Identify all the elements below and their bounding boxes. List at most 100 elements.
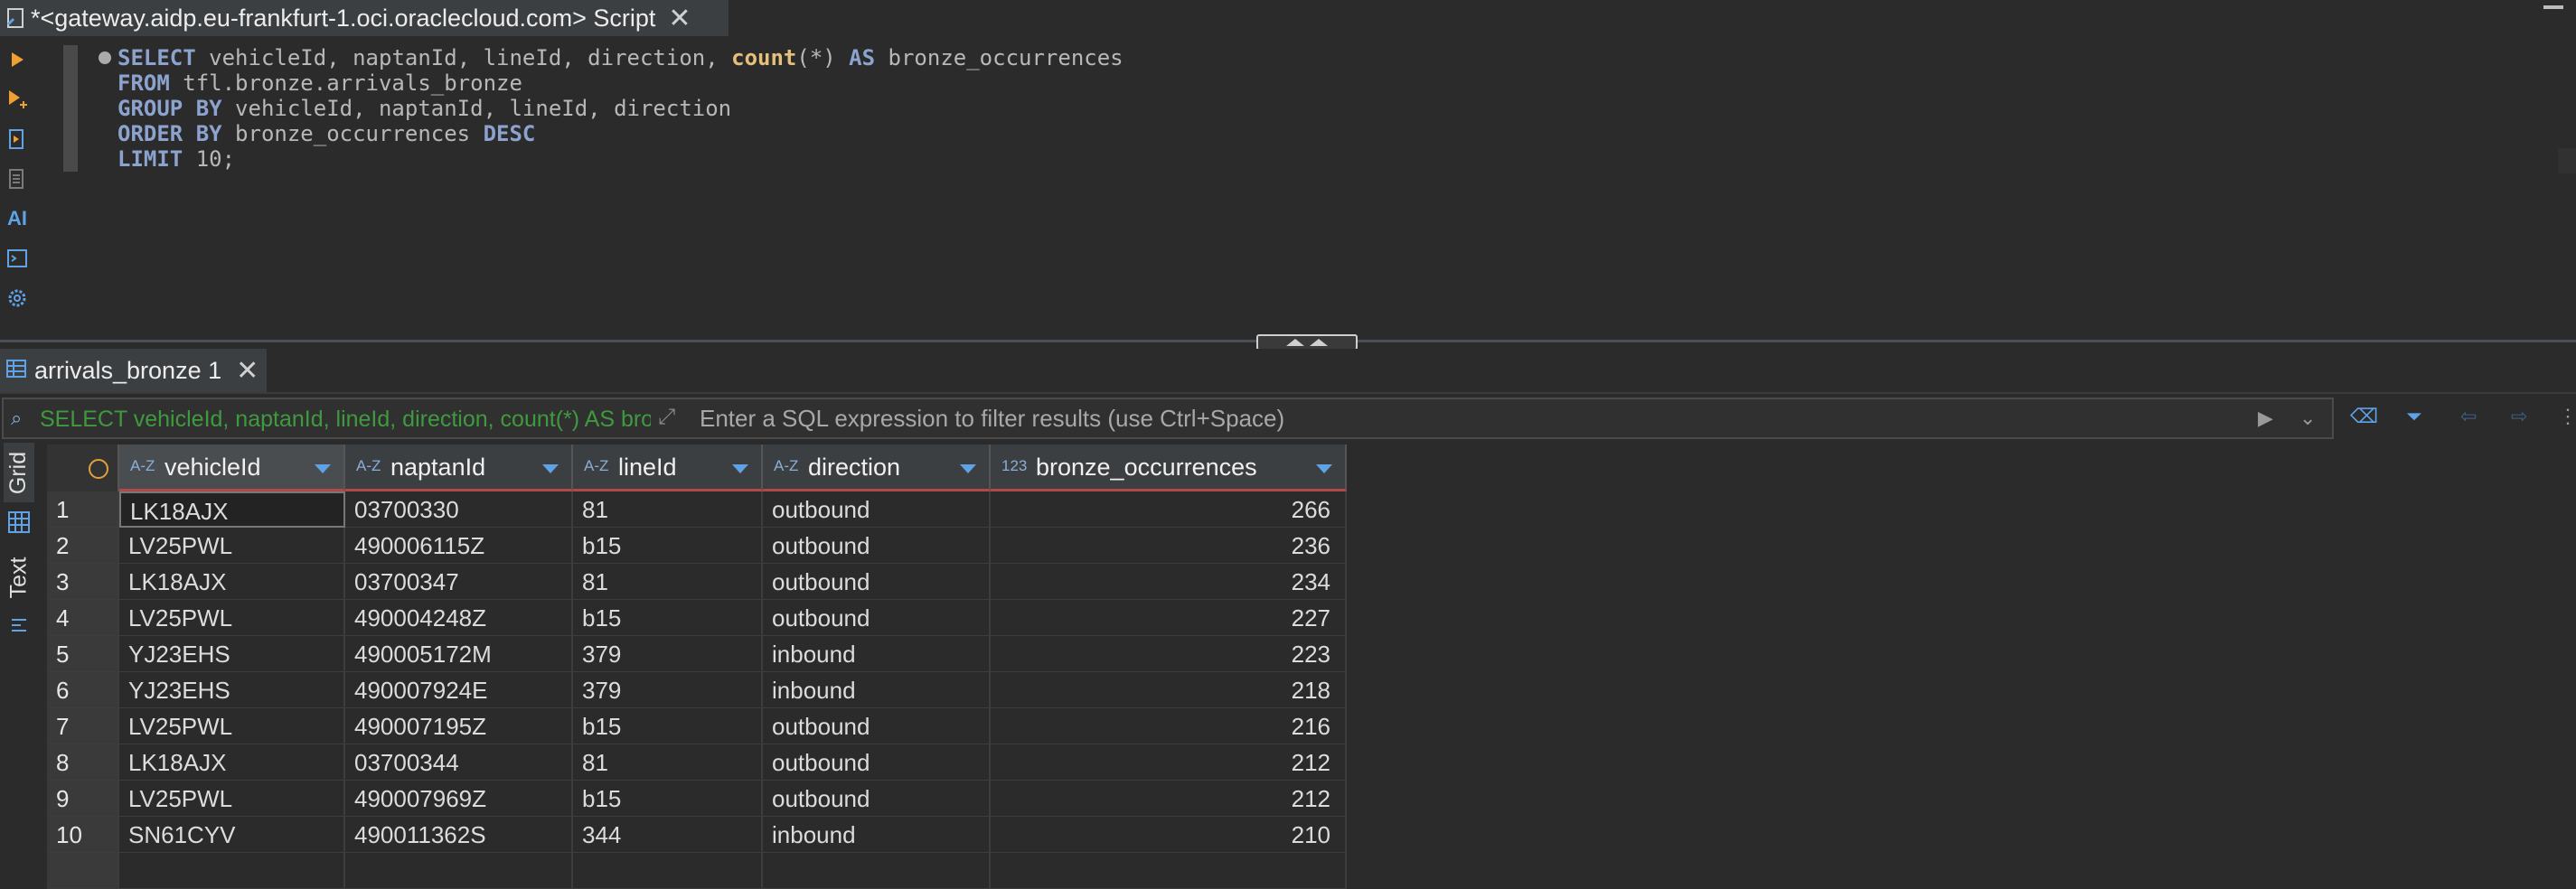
cell-naptanId[interactable]: 03700344 <box>345 744 573 781</box>
cell-naptanId[interactable]: 03700347 <box>345 564 573 600</box>
row-number[interactable]: 4 <box>47 600 119 636</box>
cell-bronze_occurrences[interactable]: 218 <box>991 672 1347 708</box>
cell-vehicleId[interactable]: LK18AJX <box>119 744 345 781</box>
cell-lineId[interactable]: 81 <box>573 744 763 781</box>
select-all-icon[interactable] <box>89 459 108 479</box>
script-tab[interactable]: *<gateway.aidp.eu-frankfurt-1.oci.oracle… <box>0 0 729 36</box>
table-row[interactable]: 2 LV25PWL 490006115Z b15 outbound 236 <box>47 528 1349 564</box>
filter-history-icon[interactable]: ⌄ <box>2299 407 2316 430</box>
cell-naptanId[interactable]: 03700330 <box>345 491 573 528</box>
cell-direction[interactable]: outbound <box>763 781 991 817</box>
cell-vehicleId[interactable]: YJ23EHS <box>119 672 345 708</box>
cell-lineId[interactable]: b15 <box>573 781 763 817</box>
close-icon[interactable]: ✕ <box>668 3 691 34</box>
cell-naptanId[interactable]: 490007969Z <box>345 781 573 817</box>
grid-view-tab[interactable]: Grid <box>4 443 34 502</box>
load-plan-icon[interactable] <box>0 161 34 197</box>
ai-assistant-icon[interactable]: AI <box>0 201 34 237</box>
table-row[interactable]: 10 SN61CYV 490011362S 344 inbound 210 <box>47 817 1349 853</box>
cell-lineId[interactable]: 81 <box>573 491 763 528</box>
cell-naptanId[interactable]: 490006115Z <box>345 528 573 564</box>
filter-input[interactable]: Enter a SQL expression to filter results… <box>700 405 1284 433</box>
sql-editor[interactable]: SELECT vehicleId, naptanId, lineId, dire… <box>118 43 2558 334</box>
explain-plan-icon[interactable] <box>0 121 34 157</box>
table-row[interactable]: 9 LV25PWL 490007969Z b15 outbound 212 <box>47 781 1349 817</box>
cell-direction[interactable]: outbound <box>763 564 991 600</box>
cell-vehicleId[interactable]: YJ23EHS <box>119 636 345 672</box>
row-number[interactable]: 1 <box>47 491 119 528</box>
cell-vehicleId[interactable]: LK18AJX <box>119 564 345 600</box>
cell-bronze_occurrences[interactable]: 212 <box>991 781 1347 817</box>
table-row[interactable]: 4 LV25PWL 490004248Z b15 outbound 227 <box>47 600 1349 636</box>
cell-vehicleId[interactable]: SN61CYV <box>119 817 345 853</box>
sort-filter-icon[interactable] <box>1316 464 1332 473</box>
table-row[interactable]: 6 YJ23EHS 490007924E 379 inbound 218 <box>47 672 1349 708</box>
cell-direction[interactable]: outbound <box>763 491 991 528</box>
cell-bronze_occurrences[interactable]: 266 <box>991 491 1347 528</box>
eraser-icon[interactable]: ⌫ <box>2350 405 2378 428</box>
cell-direction[interactable]: outbound <box>763 708 991 744</box>
row-number[interactable]: 10 <box>47 817 119 853</box>
filter-box[interactable]: ⌕ SELECT vehicleId, naptanId, lineId, di… <box>2 398 2334 439</box>
apply-filter-icon[interactable]: ▶ <box>2258 407 2273 430</box>
cell-direction[interactable]: inbound <box>763 672 991 708</box>
cell-direction[interactable]: outbound <box>763 744 991 781</box>
cell-naptanId[interactable]: 490007924E <box>345 672 573 708</box>
cell-bronze_occurrences[interactable]: 216 <box>991 708 1347 744</box>
row-number[interactable]: 5 <box>47 636 119 672</box>
expand-icon[interactable]: ⤢ <box>658 405 675 430</box>
cell-lineId[interactable]: b15 <box>573 600 763 636</box>
settings-icon[interactable] <box>0 280 34 316</box>
cell-lineId[interactable]: 81 <box>573 564 763 600</box>
cell-vehicleId[interactable]: LV25PWL <box>119 781 345 817</box>
cell-lineId[interactable]: 344 <box>573 817 763 853</box>
sort-filter-icon[interactable] <box>315 464 331 473</box>
cell-naptanId[interactable]: 490007195Z <box>345 708 573 744</box>
row-number[interactable]: 9 <box>47 781 119 817</box>
table-row[interactable]: 1 LK18AJX 03700330 81 outbound 266 <box>47 491 1349 528</box>
column-header-vehicleId[interactable]: A-Z vehicleId <box>119 444 345 491</box>
table-row[interactable]: 8 LK18AJX 03700344 81 outbound 212 <box>47 744 1349 781</box>
execute-statement-icon[interactable] <box>0 42 34 78</box>
close-icon[interactable]: ✕ <box>236 355 259 387</box>
cell-lineId[interactable]: 379 <box>573 636 763 672</box>
sort-filter-icon[interactable] <box>732 464 748 473</box>
row-number[interactable]: 2 <box>47 528 119 564</box>
cell-direction[interactable]: outbound <box>763 600 991 636</box>
terminal-icon[interactable] <box>0 240 34 276</box>
cell-naptanId[interactable]: 490004248Z <box>345 600 573 636</box>
cell-lineId[interactable]: 379 <box>573 672 763 708</box>
row-number[interactable]: 3 <box>47 564 119 600</box>
cell-bronze_occurrences[interactable]: 236 <box>991 528 1347 564</box>
sort-filter-icon[interactable] <box>960 464 976 473</box>
column-header-bronze_occurrences[interactable]: 123 bronze_occurrences <box>991 444 1347 491</box>
table-row[interactable]: 3 LK18AJX 03700347 81 outbound 234 <box>47 564 1349 600</box>
sort-filter-icon[interactable] <box>542 464 559 473</box>
row-number[interactable]: 6 <box>47 672 119 708</box>
record-view-icon[interactable] <box>4 611 34 643</box>
cell-naptanId[interactable]: 490005172M <box>345 636 573 672</box>
forward-icon[interactable]: ⇨ <box>2511 405 2527 428</box>
more-options-icon[interactable]: ⋮ <box>2558 405 2576 428</box>
execute-script-icon[interactable] <box>0 81 34 117</box>
results-tab[interactable]: arrivals_bronze 1 ✕ <box>0 349 267 392</box>
column-header-direction[interactable]: A-Z direction <box>763 444 991 491</box>
table-row[interactable]: 7 LV25PWL 490007195Z b15 outbound 216 <box>47 708 1349 744</box>
back-icon[interactable]: ⇦ <box>2460 405 2477 428</box>
row-number[interactable]: 8 <box>47 744 119 781</box>
cell-bronze_occurrences[interactable]: 227 <box>991 600 1347 636</box>
cell-direction[interactable]: outbound <box>763 528 991 564</box>
grid-table-icon[interactable] <box>4 506 34 538</box>
cell-naptanId[interactable]: 490011362S <box>345 817 573 853</box>
cell-direction[interactable]: inbound <box>763 636 991 672</box>
funnel-icon[interactable]: ⏷ <box>2406 405 2422 428</box>
cell-lineId[interactable]: b15 <box>573 708 763 744</box>
table-row[interactable]: 5 YJ23EHS 490005172M 379 inbound 223 <box>47 636 1349 672</box>
cell-lineId[interactable]: b15 <box>573 528 763 564</box>
column-header-lineId[interactable]: A-Z lineId <box>573 444 763 491</box>
maximize-icon[interactable] <box>2543 5 2563 9</box>
cell-bronze_occurrences[interactable]: 223 <box>991 636 1347 672</box>
row-number[interactable]: 7 <box>47 708 119 744</box>
cell-vehicleId[interactable]: LV25PWL <box>119 600 345 636</box>
cell-vehicleId[interactable]: LV25PWL <box>119 528 345 564</box>
